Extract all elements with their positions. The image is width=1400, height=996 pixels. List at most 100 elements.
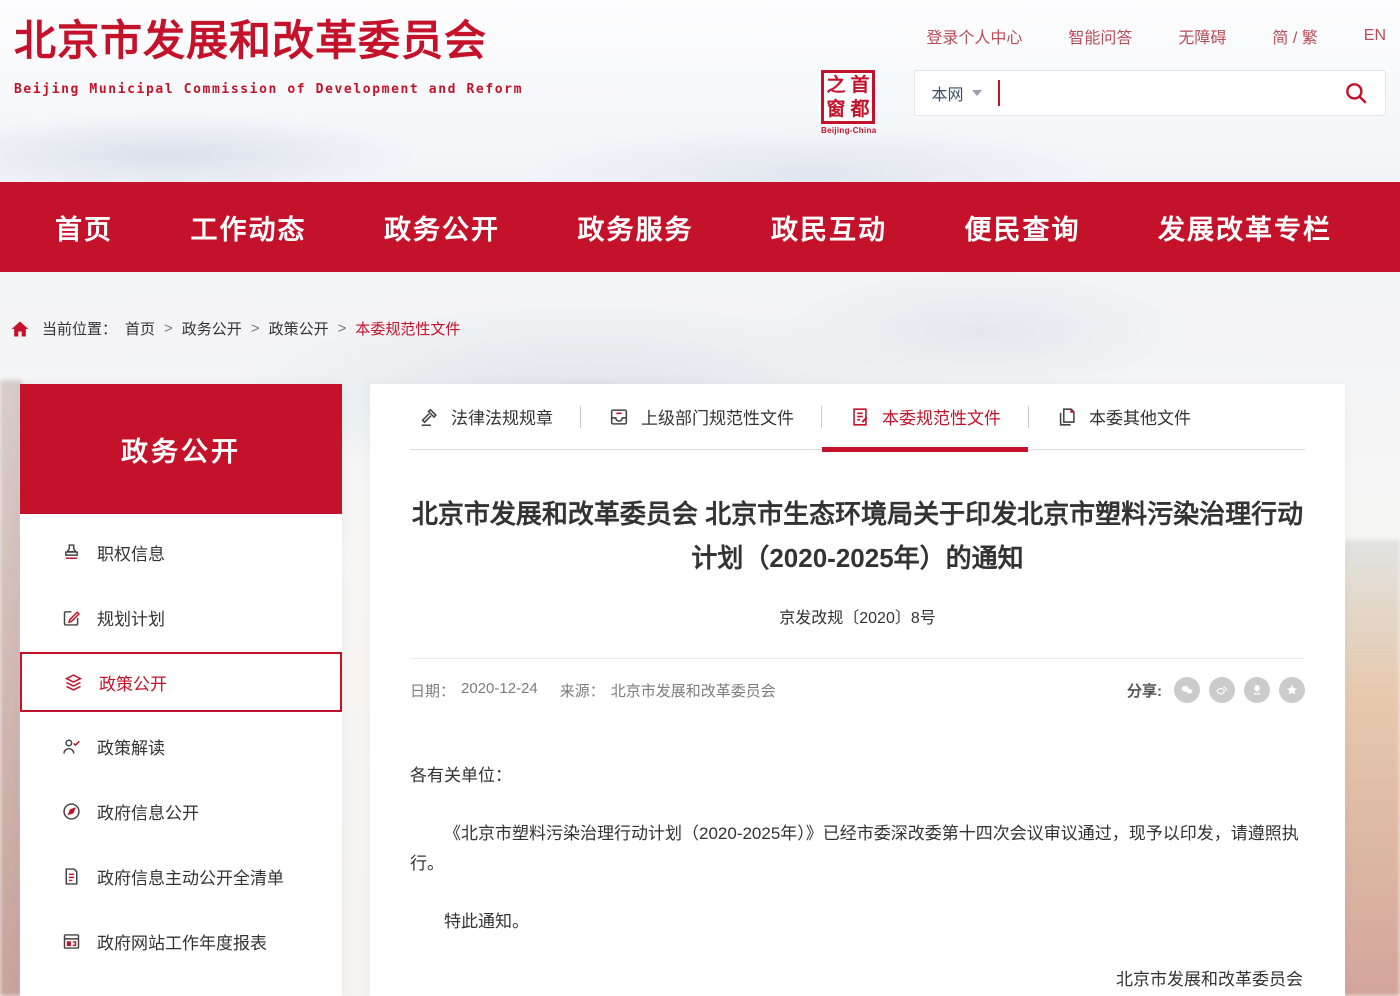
- main-navigation: 首页 工作动态 政务公开 政务服务 政民互动 便民查询 发展改革专栏: [0, 182, 1400, 272]
- document-pen-icon: [849, 406, 871, 428]
- seal-char: 都: [848, 98, 872, 121]
- breadcrumb-separator: >: [251, 320, 260, 337]
- sidebar-item-decision-directory[interactable]: 决策目录: [20, 974, 342, 996]
- sidebar-item-proactive-disclosure-list[interactable]: 政府信息主动公开全清单: [20, 844, 342, 909]
- article-date: 2020-12-24: [461, 680, 538, 701]
- nav-item-home[interactable]: 首页: [55, 208, 113, 247]
- tab-label: 上级部门规范性文件: [641, 404, 794, 429]
- breadcrumb-separator: >: [338, 320, 347, 337]
- login-personal-center-link[interactable]: 登录个人中心: [926, 24, 1022, 48]
- content-panel: 法律法规规章 上级部门规范性文件 本委规范性文件: [370, 384, 1345, 996]
- meta-spacer: [544, 680, 554, 701]
- main-layout: 政务公开 职权信息 规划计划: [20, 384, 1345, 996]
- right-edge-decoration: [1342, 540, 1400, 996]
- site-subtitle-en: Beijing Municipal Commission of Developm…: [14, 82, 523, 97]
- seal-char: 之: [824, 74, 848, 97]
- nav-item-work-updates[interactable]: 工作动态: [191, 208, 307, 247]
- breadcrumb: 当前位置： 首页 > 政务公开 > 政策公开 > 本委规范性文件: [10, 318, 460, 339]
- left-edge-decoration: [0, 380, 22, 996]
- breadcrumb-separator: >: [164, 320, 173, 337]
- sidebar-item-label: 政策解读: [97, 734, 165, 759]
- sidebar-item-label: 规划计划: [97, 605, 165, 630]
- tab-label: 本委其他文件: [1089, 404, 1191, 429]
- seal-char: 首: [848, 74, 872, 97]
- accessibility-link[interactable]: 无障碍: [1178, 24, 1226, 48]
- tab-commission-other-documents[interactable]: 本委其他文件: [1029, 384, 1218, 449]
- english-link[interactable]: EN: [1364, 27, 1386, 45]
- nav-item-gov-services[interactable]: 政务服务: [578, 208, 694, 247]
- source-label: 来源：: [560, 680, 605, 701]
- sidebar-item-annual-report[interactable]: 政府网站工作年度报表: [20, 909, 342, 974]
- site-header: 北京市发展和改革委员会 Beijing Municipal Commission…: [0, 0, 1400, 182]
- top-utility-links: 登录个人中心 智能问答 无障碍 简 / 繁 EN: [821, 16, 1386, 48]
- breadcrumb-policy-disclosure[interactable]: 政策公开: [269, 318, 329, 339]
- layers-icon: [62, 672, 84, 693]
- body-paragraph: 特此通知。: [410, 907, 1305, 937]
- tab-commission-normative-documents[interactable]: 本委规范性文件: [822, 384, 1028, 449]
- capital-window-seal-logo[interactable]: 之 首 窗 都 Beijing-China: [821, 70, 876, 135]
- gavel-icon: [418, 406, 440, 428]
- search-icon: [1343, 80, 1369, 106]
- tab-laws-regulations[interactable]: 法律法规规章: [410, 384, 580, 449]
- salutation: 各有关单位：: [410, 761, 1305, 791]
- document-number: 京发改规〔2020〕8号: [410, 604, 1305, 628]
- person-chat-icon: [60, 736, 82, 757]
- search-row: 之 首 窗 都 Beijing-China 本网: [821, 70, 1386, 135]
- sidebar-menu: 职权信息 规划计划 政策公开: [20, 514, 342, 996]
- seal-icon: 之 首 窗 都: [821, 70, 875, 124]
- signature: 北京市发展和改革委员会: [410, 965, 1305, 995]
- search-input[interactable]: [1000, 71, 1343, 115]
- report-table-icon: [60, 931, 82, 952]
- site-title: 北京市发展和改革委员会: [14, 16, 523, 66]
- search-button[interactable]: [1343, 80, 1369, 106]
- sidebar-item-planning[interactable]: 规划计划: [20, 585, 342, 650]
- search-scope-label: 本网: [931, 81, 963, 105]
- smart-qa-link[interactable]: 智能问答: [1068, 24, 1132, 48]
- compass-icon: [60, 801, 82, 822]
- search-box: 本网: [914, 70, 1386, 116]
- share-bar: 分享:: [1127, 677, 1305, 703]
- qq-share-icon[interactable]: [1244, 677, 1270, 703]
- nav-item-gov-disclosure[interactable]: 政务公开: [384, 208, 500, 247]
- article-body: 各有关单位： 《北京市塑料污染治理行动计划（2020-2025年）》已经市委深改…: [410, 761, 1305, 995]
- tab-superior-normative-documents[interactable]: 上级部门规范性文件: [581, 384, 821, 449]
- sidebar-title: 政务公开: [20, 384, 342, 514]
- search-scope-dropdown[interactable]: 本网: [931, 81, 982, 105]
- stamp-icon: [60, 542, 82, 563]
- site-logo[interactable]: 北京市发展和改革委员会 Beijing Municipal Commission…: [14, 16, 523, 182]
- simplified-traditional-toggle[interactable]: 简 / 繁: [1272, 24, 1317, 48]
- sidebar-item-policy-disclosure[interactable]: 政策公开: [20, 652, 342, 712]
- inbox-icon: [608, 406, 630, 428]
- sidebar-item-label: 职权信息: [97, 540, 165, 565]
- nav-item-convenient-inquiry[interactable]: 便民查询: [965, 208, 1081, 247]
- sidebar-item-policy-interpretation[interactable]: 政策解读: [20, 714, 342, 779]
- sidebar-item-gov-info-disclosure[interactable]: 政府信息公开: [20, 779, 342, 844]
- wechat-share-icon[interactable]: [1174, 677, 1200, 703]
- body-paragraph: 《北京市塑料污染治理行动计划（2020-2025年）》已经市委深改委第十四次会议…: [410, 819, 1305, 879]
- sidebar-item-authority-info[interactable]: 职权信息: [20, 520, 342, 585]
- article-meta-row: 日期： 2020-12-24 来源： 北京市发展和改革委员会 分享:: [410, 659, 1305, 703]
- document-category-tabs: 法律法规规章 上级部门规范性文件 本委规范性文件: [410, 384, 1305, 450]
- article-source: 北京市发展和改革委员会: [611, 680, 776, 701]
- home-icon[interactable]: [10, 319, 30, 339]
- article-meta: 日期： 2020-12-24 来源： 北京市发展和改革委员会: [410, 680, 776, 701]
- nav-item-reform-special[interactable]: 发展改革专栏: [1158, 208, 1332, 247]
- breadcrumb-gov-disclosure[interactable]: 政务公开: [182, 318, 242, 339]
- tab-label: 本委规范性文件: [882, 404, 1001, 429]
- sidebar: 政务公开 职权信息 规划计划: [20, 384, 342, 996]
- share-label: 分享:: [1127, 680, 1162, 701]
- nav-item-public-interaction[interactable]: 政民互动: [771, 208, 887, 247]
- date-label: 日期：: [410, 680, 455, 701]
- breadcrumb-home[interactable]: 首页: [125, 318, 155, 339]
- favorite-share-icon[interactable]: [1279, 677, 1305, 703]
- breadcrumb-current-page[interactable]: 本委规范性文件: [355, 318, 460, 339]
- weibo-share-icon[interactable]: [1209, 677, 1235, 703]
- seal-char: 窗: [824, 98, 848, 121]
- tab-label: 法律法规规章: [451, 404, 553, 429]
- sidebar-item-label: 政府信息主动公开全清单: [97, 864, 284, 889]
- document-lines-icon: [60, 866, 82, 887]
- edit-icon: [60, 607, 82, 628]
- breadcrumb-prefix: 当前位置：: [42, 318, 117, 339]
- seal-caption: Beijing-China: [821, 126, 876, 135]
- sidebar-item-label: 政府信息公开: [97, 799, 199, 824]
